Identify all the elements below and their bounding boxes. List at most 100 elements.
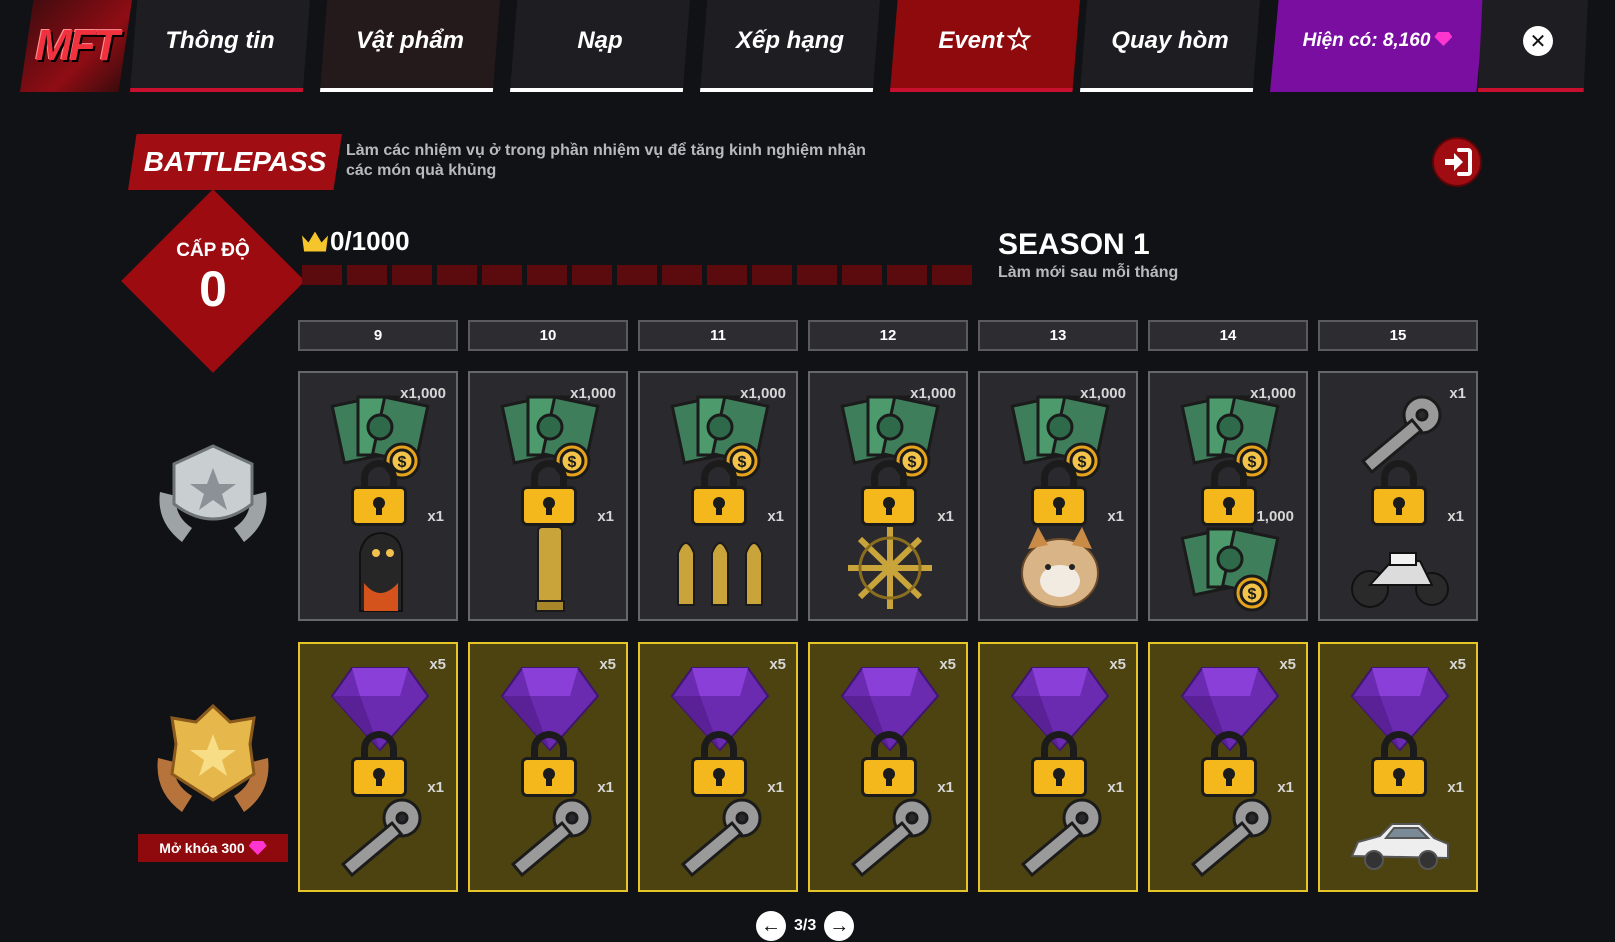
padlock-body: [1031, 757, 1087, 797]
padlock-body: [351, 486, 407, 526]
free-reward-card[interactable]: $ x1,000 x1: [978, 371, 1138, 621]
tab-items[interactable]: Vật phẩm: [320, 0, 500, 92]
xp-segment: [707, 265, 747, 285]
tab-lootbox-label: Quay hòm: [1111, 27, 1229, 54]
padlock-icon: [1371, 460, 1427, 526]
padlock-icon: [351, 460, 407, 526]
keyhole: [543, 768, 555, 786]
balance-text: Hiện có: 8,160: [1302, 30, 1431, 51]
free-reward-card[interactable]: $ x1,000 x1: [298, 371, 458, 621]
season-subtitle: Làm mới sau mỗi tháng: [998, 264, 1179, 281]
keyhole: [713, 768, 725, 786]
top-nav: MFT Thông tin Vật phẩm Nạp Xếp hạng Even…: [0, 0, 1615, 96]
reward-quantity: x1: [597, 779, 614, 796]
mft-logo[interactable]: MFT: [20, 0, 132, 92]
money-icon: $: [1180, 523, 1280, 613]
xp-segment: [842, 265, 882, 285]
tab-info[interactable]: Thông tin: [130, 0, 310, 92]
svg-text:$: $: [1248, 586, 1257, 603]
padlock-body: [1201, 486, 1257, 526]
cat-plush-icon: [1010, 523, 1110, 613]
padlock-body: [1371, 757, 1427, 797]
balance-label: Hiện có: 8,160: [1303, 30, 1453, 52]
xp-text: 0/1000: [330, 226, 410, 256]
reward-quantity: x1: [1449, 385, 1466, 402]
prev-page-button[interactable]: ←: [756, 911, 786, 941]
tab-items-label: Vật phẩm: [355, 27, 465, 54]
padlock-body: [861, 486, 917, 526]
car-icon: [1350, 794, 1450, 884]
close-button[interactable]: ✕: [1523, 26, 1553, 56]
reward-quantity: x5: [429, 656, 446, 673]
premium-reward-card[interactable]: x5 x1: [978, 642, 1138, 892]
free-reward-card[interactable]: $ x1,000 x1: [468, 371, 628, 621]
padlock-icon: [1371, 731, 1427, 797]
balance-display: Hiện có: 8,160: [1270, 0, 1485, 92]
page-indicator: 3/3: [794, 917, 817, 934]
padlock-icon: [1031, 731, 1087, 797]
free-reward-card[interactable]: x1 x1: [1318, 371, 1478, 621]
reward-quantity: x1: [937, 779, 954, 796]
tab-ranking-label: Xếp hạng: [735, 27, 844, 54]
bullets-icon: [670, 523, 770, 613]
tab-underline: [130, 88, 310, 92]
xp-segment: [887, 265, 927, 285]
pink-gem-icon: [1434, 32, 1453, 46]
xp-segment: [932, 265, 972, 285]
pink-gem-icon: [248, 841, 267, 855]
unlock-premium-button[interactable]: Mở khóa 300: [138, 834, 288, 862]
xp-segment: [302, 265, 342, 285]
gold-tier-badge-icon: [157, 704, 269, 812]
keyhole: [883, 768, 895, 786]
bullet-icon: [500, 523, 600, 613]
tab-event-label: Event: [938, 26, 1032, 55]
premium-reward-card[interactable]: x5 x1: [1148, 642, 1308, 892]
xp-row: 0/1000: [302, 226, 410, 257]
tab-underline: [890, 88, 1080, 92]
tab-lootbox[interactable]: Quay hòm: [1080, 0, 1260, 92]
xp-segment: [662, 265, 702, 285]
tab-ranking[interactable]: Xếp hạng: [700, 0, 880, 92]
reward-quantity: x1,000: [1080, 385, 1126, 402]
next-page-button[interactable]: →: [824, 911, 855, 941]
key-icon: [1010, 794, 1110, 884]
key-icon: [1180, 794, 1280, 884]
level-number-label: 12: [808, 320, 968, 351]
level-number-label: 14: [1148, 320, 1308, 351]
xp-segment: [482, 265, 522, 285]
star-icon: [1006, 26, 1032, 51]
padlock-icon: [861, 731, 917, 797]
padlock-icon: [351, 731, 407, 797]
premium-reward-card[interactable]: x5 x1: [638, 642, 798, 892]
crown-icon: [302, 231, 328, 252]
reward-quantity: x1,000: [400, 385, 446, 402]
exit-button[interactable]: [1432, 137, 1482, 187]
keyhole: [1053, 497, 1065, 515]
reward-quantity: x5: [769, 656, 786, 673]
tab-event[interactable]: Event: [890, 0, 1080, 92]
tab-topup[interactable]: Nạp: [510, 0, 690, 92]
season-title: SEASON 1: [998, 228, 1150, 261]
padlock-icon: [691, 731, 747, 797]
bullet-wheel-icon: [840, 523, 940, 613]
keyhole: [373, 768, 385, 786]
free-reward-card[interactable]: $ x1,000 x1: [638, 371, 798, 621]
premium-reward-card[interactable]: x5 x1: [1318, 642, 1478, 892]
keyhole: [373, 497, 385, 515]
reward-quantity: x1: [767, 779, 784, 796]
premium-reward-card[interactable]: x5 x1: [808, 642, 968, 892]
padlock-body: [1201, 757, 1257, 797]
level-number-label: 13: [978, 320, 1138, 351]
free-reward-card[interactable]: $ $ x1,000 1,000: [1148, 371, 1308, 621]
padlock-icon: [1201, 460, 1257, 526]
keyhole: [1393, 497, 1405, 515]
silver-tier-badge-icon: [159, 444, 267, 542]
free-reward-card[interactable]: $ x1,000 x1: [808, 371, 968, 621]
reward-quantity: x1: [427, 508, 444, 525]
premium-reward-card[interactable]: x5 x1: [298, 642, 458, 892]
padlock-body: [351, 757, 407, 797]
xp-segment: [797, 265, 837, 285]
xp-segment: [347, 265, 387, 285]
premium-reward-card[interactable]: x5 x1: [468, 642, 628, 892]
battlepass-title: BATTLEPASS: [128, 134, 342, 190]
